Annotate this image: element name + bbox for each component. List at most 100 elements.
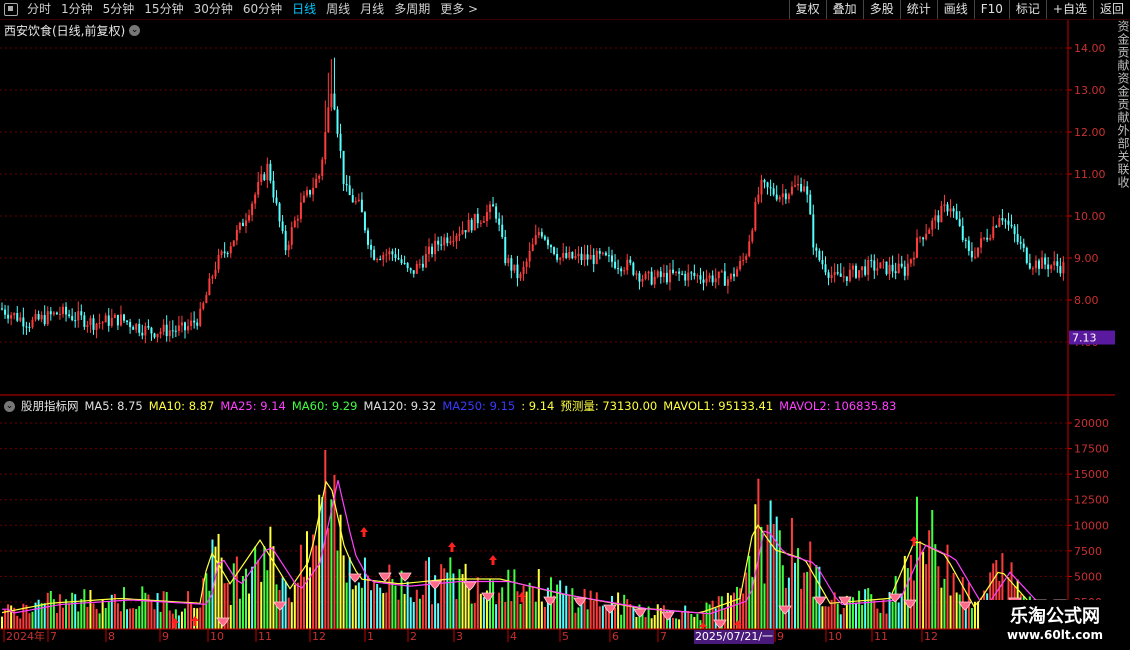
indicator-value-1: MA10: 8.87	[148, 399, 215, 413]
volume-bar	[241, 576, 244, 630]
volume-bar	[546, 587, 549, 630]
volume-bar	[46, 592, 49, 630]
volume-bar	[31, 611, 34, 630]
candle-body	[742, 259, 745, 261]
candle-body	[31, 319, 34, 328]
toolbar-button-6[interactable]: 标记	[1008, 0, 1046, 19]
volume-bar	[787, 577, 790, 630]
candle-body	[967, 240, 970, 251]
period-tab-2[interactable]: 5分钟	[98, 0, 140, 19]
toolbar-button-8[interactable]: 返回	[1092, 0, 1130, 19]
candle-body	[162, 324, 165, 332]
volume-bar	[498, 592, 501, 630]
time-label: 12	[312, 630, 326, 643]
time-label: 3	[456, 630, 463, 643]
volume-bar	[83, 589, 86, 630]
candle-body	[223, 251, 226, 254]
volume-bar	[126, 609, 129, 630]
candle-body	[424, 253, 427, 268]
volume-bar	[284, 581, 287, 630]
toolbar-button-3[interactable]: 统计	[899, 0, 937, 19]
candle-body	[623, 270, 626, 272]
volume-bar	[397, 599, 400, 630]
indicator-menu-icon[interactable]: ⌄	[4, 400, 15, 412]
kline-chart[interactable]: 14.0013.0012.0011.0010.009.008.007.007.1…	[0, 20, 1115, 650]
candle-body	[437, 240, 440, 245]
candle-body	[461, 230, 464, 235]
candle-body	[1059, 266, 1062, 274]
toolbar-button-5[interactable]: F10	[973, 0, 1009, 19]
candle-body	[394, 254, 397, 259]
candle-body	[900, 263, 903, 267]
candle-body	[376, 259, 379, 261]
candle-body	[665, 272, 668, 283]
volume-bar	[62, 607, 64, 630]
candle-body	[330, 93, 333, 108]
candle-body	[354, 200, 357, 203]
candle-body	[821, 259, 824, 265]
candle-body	[638, 273, 641, 282]
candle-body	[867, 260, 870, 275]
period-tab-5[interactable]: 60分钟	[238, 0, 287, 19]
period-tab-9[interactable]: 多周期	[389, 0, 435, 19]
candle-body	[775, 194, 778, 200]
period-tab-3[interactable]: 15分钟	[139, 0, 188, 19]
toolbar-button-4[interactable]: 画线	[936, 0, 974, 19]
up-arrow-marker	[489, 555, 497, 565]
volume-bar	[424, 560, 427, 630]
toolbar-button-0[interactable]: 复权	[788, 0, 826, 19]
watermark: 乐淘公式网 www.60lt.com	[980, 600, 1130, 650]
candle-body	[40, 315, 43, 320]
candle-body	[528, 251, 531, 262]
indicator-value-0: MA5: 8.75	[84, 399, 143, 413]
period-tab-6[interactable]: 日线	[287, 0, 321, 19]
volume-bar	[495, 604, 498, 630]
candle-body	[403, 263, 406, 265]
volume-bar	[248, 593, 251, 630]
candle-body	[647, 271, 650, 274]
volume-bar	[400, 570, 403, 630]
period-tab-7[interactable]: 周线	[321, 0, 355, 19]
toolbar-button-1[interactable]: 叠加	[825, 0, 863, 19]
candle-body	[510, 258, 513, 271]
volume-bar	[162, 591, 165, 630]
toolbar-button-2[interactable]: 多股	[862, 0, 900, 19]
candle-body	[391, 251, 394, 255]
candle-body	[202, 303, 205, 309]
period-tab-8[interactable]: 月线	[355, 0, 389, 19]
candle-body	[135, 323, 138, 330]
candle-body	[232, 240, 235, 247]
candle-body	[513, 264, 516, 271]
layout-icon[interactable]	[4, 3, 18, 16]
period-tab-4[interactable]: 30分钟	[189, 0, 238, 19]
candle-body	[851, 265, 854, 270]
candle-body	[367, 230, 369, 245]
candle-body	[696, 275, 699, 277]
candle-body	[632, 262, 635, 275]
candle-body	[1022, 243, 1025, 248]
volume-bar	[922, 551, 925, 630]
volume-bar	[879, 612, 882, 630]
indicator-value-7: 预测量: 73130.00	[560, 399, 658, 413]
candle-body	[1019, 241, 1022, 244]
period-tab-1[interactable]: 1分钟	[56, 0, 98, 19]
volume-bar	[394, 585, 397, 630]
candle-body	[412, 270, 415, 274]
toolbar-button-7[interactable]: +自选	[1045, 0, 1093, 19]
volume-bar	[882, 599, 885, 630]
volume-bar	[635, 616, 638, 630]
volume-bar	[104, 608, 107, 630]
volume-bar	[260, 581, 263, 630]
price-tick-label: 10.00	[1074, 210, 1106, 223]
candle-body	[873, 260, 876, 271]
volume-bar	[229, 604, 232, 630]
volume-bar	[385, 592, 388, 630]
volume-bar	[763, 583, 766, 630]
time-label: 8	[108, 630, 115, 643]
volume-bar	[1, 616, 3, 630]
volume-bar	[565, 585, 568, 630]
candle-body	[1025, 247, 1028, 264]
period-tab-10[interactable]: 更多 >	[435, 0, 483, 19]
period-tab-0[interactable]: 分时	[22, 0, 56, 19]
candle-body	[363, 212, 366, 231]
